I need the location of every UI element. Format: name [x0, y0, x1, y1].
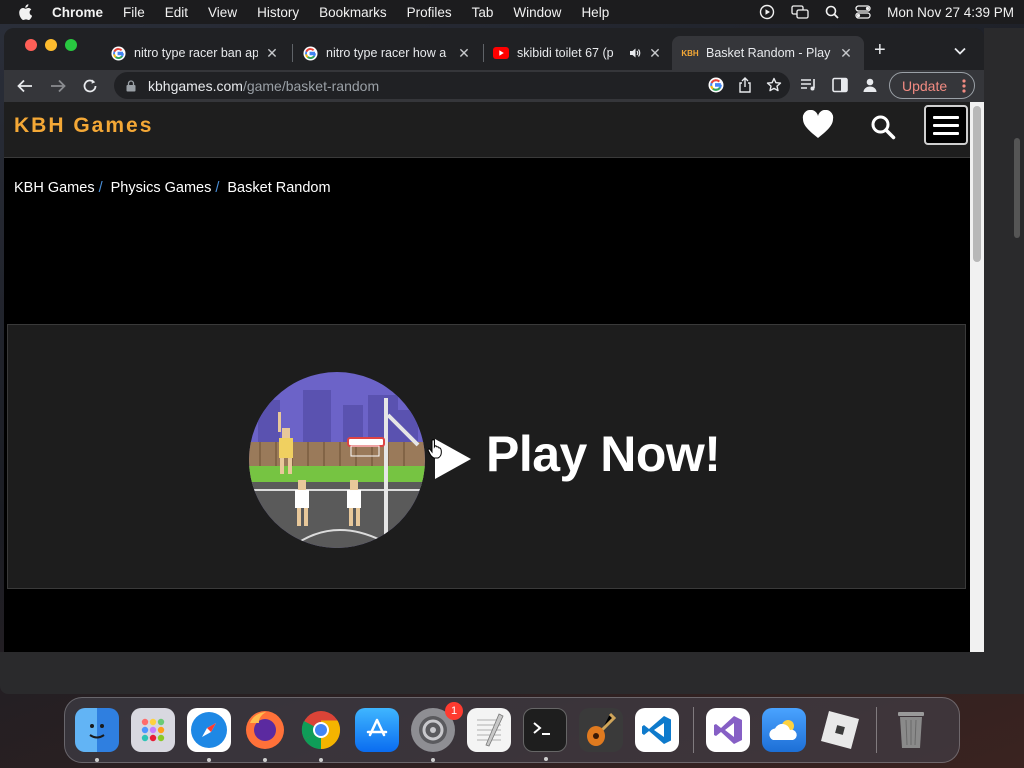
menu-window[interactable]: Window	[513, 5, 561, 20]
update-label: Update	[902, 77, 948, 94]
close-window-button[interactable]	[25, 39, 37, 51]
site-header: KBH Games	[4, 102, 970, 158]
speaker-icon[interactable]	[629, 47, 641, 59]
menu-view[interactable]: View	[208, 5, 237, 20]
hand-cursor-icon	[427, 439, 442, 459]
tab-search-chevron-icon[interactable]	[954, 42, 966, 60]
new-tab-button[interactable]: +	[874, 40, 886, 60]
tab-nitro-type-how[interactable]: nitro type racer how a ✕	[292, 36, 482, 70]
breadcrumb-current: Basket Random	[227, 180, 331, 196]
close-icon[interactable]: ✕	[838, 45, 854, 62]
apple-icon[interactable]	[18, 4, 34, 20]
trash-icon[interactable]	[889, 708, 933, 752]
youtube-icon	[493, 45, 509, 61]
address-bar[interactable]: kbhgames.com/game/basket-random	[114, 72, 790, 99]
finder-icon[interactable]	[75, 708, 119, 762]
more-menu-icon[interactable]	[962, 78, 966, 97]
close-icon[interactable]: ✕	[264, 45, 280, 62]
close-icon[interactable]: ✕	[647, 45, 663, 62]
tab-basket-random[interactable]: KBH Basket Random - Play ✕	[672, 36, 864, 70]
menu-edit[interactable]: Edit	[165, 5, 188, 20]
close-icon[interactable]: ✕	[456, 45, 472, 62]
dock-divider	[876, 707, 877, 753]
url-text[interactable]: kbhgames.com/game/basket-random	[148, 78, 379, 94]
tab-title: Basket Random - Play	[706, 46, 831, 60]
screen-mirroring-icon[interactable]	[791, 5, 809, 19]
control-center-icon[interactable]	[855, 5, 871, 19]
garageband-icon[interactable]	[579, 708, 623, 752]
hamburger-menu-icon[interactable]	[924, 105, 968, 145]
tab-title: nitro type racer ban ap	[134, 46, 258, 60]
menu-profiles[interactable]: Profiles	[407, 5, 452, 20]
tab-title: nitro type racer how a	[326, 46, 447, 60]
menubar-clock[interactable]: Mon Nov 27 4:39 PM	[887, 5, 1014, 20]
launchpad-icon[interactable]	[131, 708, 175, 752]
terminal-icon[interactable]	[523, 708, 567, 761]
site-info-icon[interactable]	[126, 79, 136, 92]
background-window-bottom	[0, 652, 1010, 694]
breadcrumb: KBH Games / Physics Games / Basket Rando…	[14, 180, 331, 196]
background-window	[984, 28, 1024, 694]
play-now-button[interactable]: Play Now!	[486, 425, 721, 483]
google-icon	[110, 45, 126, 61]
reload-icon[interactable]	[81, 77, 99, 95]
vscode-icon[interactable]	[635, 708, 679, 752]
google-icon	[302, 45, 318, 61]
side-panel-icon[interactable]	[832, 77, 848, 93]
game-play-area[interactable]: Play Now!	[7, 324, 966, 589]
fullscreen-window-button[interactable]	[65, 39, 77, 51]
menu-bookmarks[interactable]: Bookmarks	[319, 5, 387, 20]
macos-dock: 1	[64, 697, 960, 763]
site-logo[interactable]: KBH Games	[14, 114, 153, 138]
textedit-icon[interactable]	[467, 708, 511, 752]
profile-icon[interactable]	[862, 77, 878, 93]
page-scrollbar-thumb[interactable]	[973, 106, 981, 262]
firefox-icon[interactable]	[243, 708, 287, 762]
minimize-window-button[interactable]	[45, 39, 57, 51]
notification-badge: 1	[445, 702, 463, 720]
chrome-icon[interactable]	[299, 708, 343, 762]
weather-icon[interactable]	[762, 708, 806, 752]
app-menu-chrome[interactable]: Chrome	[52, 5, 103, 20]
forward-arrow-icon[interactable]	[49, 77, 67, 95]
tab-strip: nitro type racer ban ap ✕ nitro type rac…	[4, 28, 984, 70]
back-arrow-icon[interactable]	[16, 77, 34, 95]
dock-divider	[693, 707, 694, 753]
menu-help[interactable]: Help	[581, 5, 609, 20]
breadcrumb-home-link[interactable]: KBH Games	[14, 180, 95, 196]
tab-nitro-type-ban[interactable]: nitro type racer ban ap ✕	[100, 36, 290, 70]
roblox-icon[interactable]	[818, 708, 862, 752]
menu-file[interactable]: File	[123, 5, 145, 20]
google-lens-icon[interactable]	[708, 77, 724, 98]
tab-skibidi-toilet[interactable]: skibidi toilet 67 (p ✕	[483, 36, 673, 70]
app-store-icon[interactable]	[355, 708, 399, 752]
breadcrumb-separator: /	[98, 180, 103, 196]
media-controls-icon[interactable]	[800, 77, 818, 93]
safari-icon[interactable]	[187, 708, 231, 762]
visual-studio-icon[interactable]	[706, 708, 750, 752]
breadcrumb-separator: /	[215, 180, 220, 196]
spotlight-icon[interactable]	[825, 5, 839, 19]
kbh-icon: KBH	[681, 48, 699, 58]
macos-menu-bar: Chrome File Edit View History Bookmarks …	[0, 0, 1024, 24]
breadcrumb-category-link[interactable]: Physics Games	[111, 180, 212, 196]
browser-toolbar: kbhgames.com/game/basket-random Update	[4, 70, 984, 102]
search-icon[interactable]	[870, 114, 896, 145]
tab-title: skibidi toilet 67 (p	[517, 46, 614, 60]
chrome-window: nitro type racer ban ap ✕ nitro type rac…	[4, 28, 984, 652]
screen-recording-icon[interactable]	[759, 4, 775, 20]
bookmark-star-icon[interactable]	[766, 77, 782, 98]
game-thumbnail[interactable]	[248, 370, 426, 550]
favorites-heart-icon[interactable]	[802, 109, 834, 145]
menu-history[interactable]: History	[257, 5, 299, 20]
update-button[interactable]: Update	[889, 72, 975, 99]
menu-tab[interactable]: Tab	[472, 5, 494, 20]
system-settings-icon[interactable]: 1	[411, 702, 463, 762]
share-icon[interactable]	[738, 77, 752, 98]
page-viewport: KBH Games KBH Games / Physics Games / Ba…	[4, 102, 970, 652]
